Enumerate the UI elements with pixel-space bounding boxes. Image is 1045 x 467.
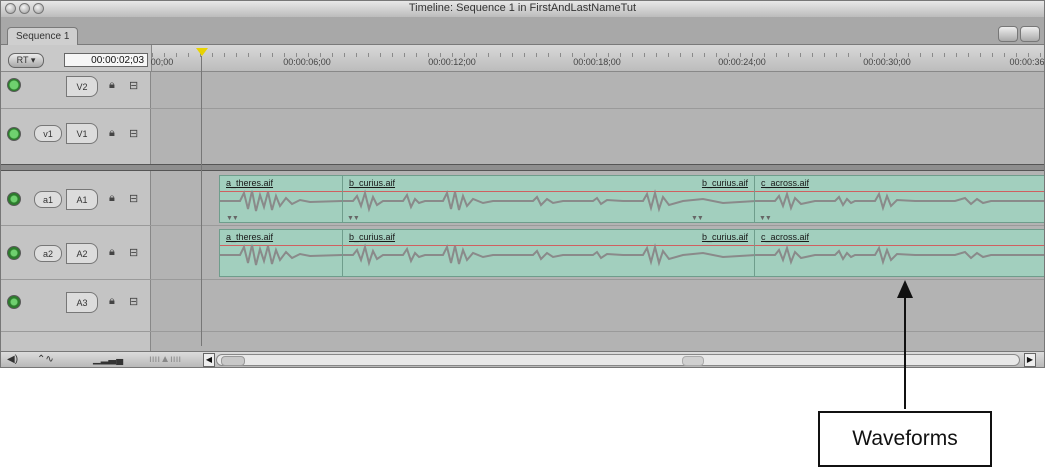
- visibility-icon[interactable]: [7, 78, 21, 92]
- source-control-a2[interactable]: a2: [34, 245, 62, 262]
- playhead-handle[interactable]: [196, 48, 208, 56]
- speaker-icon[interactable]: [7, 295, 21, 309]
- link-icon[interactable]: ⊟: [129, 192, 138, 205]
- chevron-down-icon: ▾: [30, 55, 36, 65]
- dest-control-a1[interactable]: A1: [66, 189, 98, 210]
- marker-icon: ▼▼: [347, 215, 360, 222]
- ruler-row: RT ▾ 00:00:02;03 00;00 00:00:06;00 00:00…: [1, 45, 1044, 72]
- track-divider: [1, 225, 151, 226]
- ruler-label: 00:00:30;00: [863, 57, 911, 67]
- audio-track-area[interactable]: a_theres.aif ▼▼ b_curius.aif b_curius.ai…: [151, 171, 1044, 351]
- marker-icon: ▼▼: [691, 215, 704, 222]
- audio-clip[interactable]: c_across.aif: [754, 229, 1044, 277]
- waveform: [220, 190, 342, 212]
- marker-icon: ▼▼: [759, 215, 772, 222]
- snapping-button[interactable]: [998, 26, 1018, 42]
- audio-clip[interactable]: c_across.aif ▼▼: [754, 175, 1044, 223]
- horizontal-scrollbar[interactable]: [216, 354, 1020, 366]
- tab-bar: Sequence 1: [1, 17, 1044, 45]
- source-control-v1[interactable]: v1: [34, 125, 62, 142]
- zoom-slider-icon[interactable]: ıııı▲ıııı: [149, 353, 181, 367]
- ruler-label: 00:00:12;00: [428, 57, 476, 67]
- time-ruler[interactable]: 00;00 00:00:06;00 00:00:12;00 00:00:18;0…: [151, 45, 1044, 71]
- ruler-label: 00;00: [150, 57, 174, 67]
- dest-control-a3[interactable]: A3: [66, 292, 98, 313]
- bottom-bar: ◀) ⌃∿ ▁▂▃▄ ıııı▲ıııı ◀ ▶: [1, 351, 1044, 367]
- video-track-area[interactable]: [151, 72, 1044, 164]
- waveform: [220, 244, 342, 266]
- track-divider: [1, 279, 151, 280]
- track-divider: [1, 108, 151, 109]
- lock-icon[interactable]: 🔒︎: [109, 295, 115, 308]
- tab-sequence-1[interactable]: Sequence 1: [7, 27, 79, 45]
- audio-clip[interactable]: a_theres.aif: [219, 229, 343, 277]
- waveform: [343, 189, 754, 213]
- audio-track-controls: a1 A1 🔒︎ ⊟ a2 A2 🔒︎ ⊟ A3 🔒︎ ⊟: [1, 171, 151, 351]
- audio-clip[interactable]: a_theres.aif ▼▼: [219, 175, 343, 223]
- playhead-line: [201, 56, 202, 346]
- ruler-label: 00:00:24;00: [718, 57, 766, 67]
- lock-icon[interactable]: 🔒︎: [109, 79, 115, 92]
- timeline-window: Timeline: Sequence 1 in FirstAndLastName…: [0, 0, 1045, 368]
- track-height-icon[interactable]: ▁▂▃▄: [93, 353, 123, 367]
- rt-label: RT: [16, 55, 29, 65]
- scroll-indicator: [682, 356, 704, 366]
- ruler-label: 00:00:36: [1009, 57, 1045, 67]
- audio-video-divider[interactable]: [1, 164, 1044, 171]
- video-track-controls: V2 🔒︎ ⊟ v1 V1 🔒︎ ⊟: [1, 72, 151, 164]
- source-control-a1[interactable]: a1: [34, 191, 62, 208]
- track-divider: [151, 108, 1044, 109]
- link-icon[interactable]: ⊟: [129, 246, 138, 259]
- scroll-right-button[interactable]: ▶: [1024, 353, 1036, 367]
- link-icon[interactable]: ⊟: [129, 127, 138, 140]
- track-divider: [1, 331, 151, 332]
- lock-icon[interactable]: 🔒︎: [109, 127, 115, 140]
- timecode-field[interactable]: 00:00:02;03: [64, 53, 148, 67]
- waveform: [755, 244, 1044, 266]
- linking-button[interactable]: [1020, 26, 1040, 42]
- speaker-icon[interactable]: ◀): [7, 353, 18, 367]
- waveform: [755, 190, 1044, 212]
- title-bar: Timeline: Sequence 1 in FirstAndLastName…: [1, 1, 1044, 18]
- ruler-label: 00:00:18;00: [573, 57, 621, 67]
- audio-clip[interactable]: b_curius.aif b_curius.aif: [342, 229, 755, 277]
- track-divider: [151, 331, 1044, 332]
- lock-icon[interactable]: 🔒︎: [109, 246, 115, 259]
- visibility-icon[interactable]: [7, 127, 21, 141]
- link-icon[interactable]: ⊟: [129, 79, 138, 92]
- ruler-label: 00:00:06;00: [283, 57, 331, 67]
- window-title: Timeline: Sequence 1 in FirstAndLastName…: [408, 2, 637, 14]
- dest-control-a2[interactable]: A2: [66, 243, 98, 264]
- marker-icon: ▼▼: [226, 215, 239, 222]
- clip-overlays-icon[interactable]: ⌃∿: [37, 353, 54, 367]
- rt-menu[interactable]: RT ▾: [8, 53, 44, 68]
- scroll-thumb[interactable]: [221, 356, 245, 366]
- speaker-icon[interactable]: [7, 246, 21, 260]
- track-divider: [151, 225, 1044, 226]
- dest-control-v1[interactable]: V1: [66, 123, 98, 144]
- audio-clip[interactable]: b_curius.aif b_curius.aif ▼▼ ▼▼: [342, 175, 755, 223]
- dest-control-v2[interactable]: V2: [66, 76, 98, 97]
- waveform: [343, 243, 754, 267]
- link-icon[interactable]: ⊟: [129, 295, 138, 308]
- lock-icon[interactable]: 🔒︎: [109, 192, 115, 205]
- speaker-icon[interactable]: [7, 192, 21, 206]
- scroll-left-button[interactable]: ◀: [203, 353, 215, 367]
- annotation-label: Waveforms: [818, 411, 992, 467]
- annotation-pointer-line: [904, 292, 906, 409]
